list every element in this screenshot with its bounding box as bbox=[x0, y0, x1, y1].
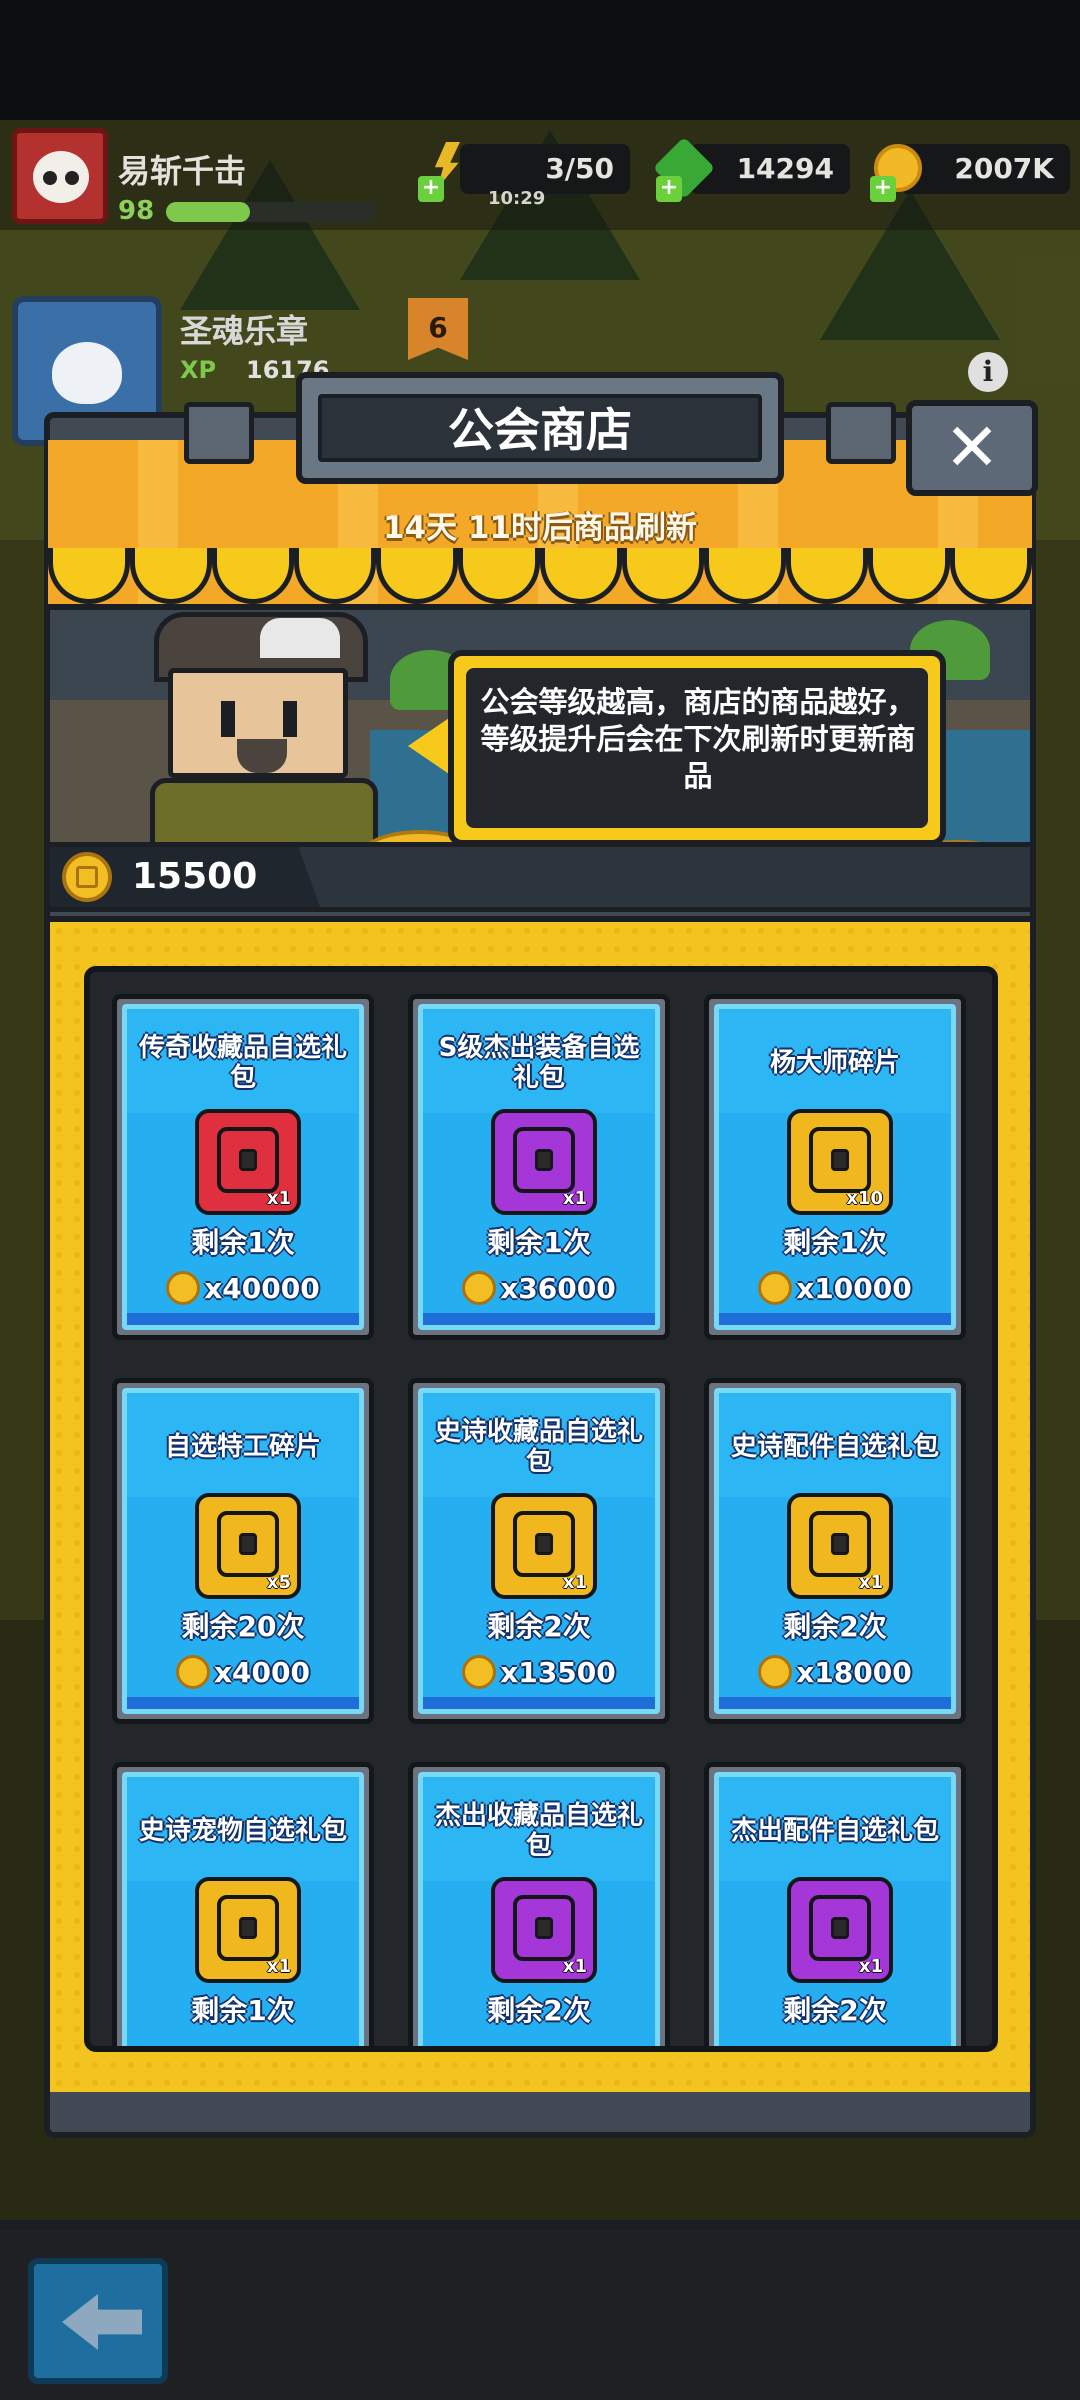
item-quantity: x1 bbox=[858, 1956, 883, 1977]
guild-coin-icon bbox=[62, 852, 112, 902]
item-price: x10000 bbox=[709, 1271, 961, 1305]
item-chest-icon: x1 bbox=[491, 1877, 597, 1983]
shop-item-grid: 传奇收藏品自选礼包 x1 剩余1次 x40000 S级杰出装备自选礼包 x1 剩余1次 x36… bbox=[84, 966, 998, 2052]
item-price-value: x13500 bbox=[500, 1655, 616, 1689]
coin-add-button[interactable]: + bbox=[870, 140, 928, 202]
speech-bubble-tail bbox=[408, 716, 452, 776]
item-chest-icon: x5 bbox=[195, 1493, 301, 1599]
item-title: 史诗收藏品自选礼包 bbox=[434, 1417, 643, 1477]
energy-add-button[interactable]: + bbox=[418, 140, 476, 202]
info-icon[interactable]: i bbox=[968, 352, 1008, 392]
item-chest-icon: x1 bbox=[491, 1493, 597, 1599]
back-arrow-icon bbox=[62, 2294, 142, 2350]
plus-icon: + bbox=[870, 176, 896, 202]
player-avatar[interactable] bbox=[12, 128, 108, 224]
item-price-value: x4000 bbox=[214, 1655, 310, 1689]
shop-item-card[interactable]: 杰出收藏品自选礼包 x1 剩余2次 bbox=[408, 1762, 670, 2046]
guild-coin-icon bbox=[176, 1655, 210, 1689]
item-remaining: 剩余2次 bbox=[487, 1610, 591, 1643]
energy-timer: 10:29 bbox=[488, 188, 546, 209]
item-quantity: x1 bbox=[266, 1956, 291, 1977]
guild-coin-balance: 15500 bbox=[132, 856, 258, 897]
shop-item-card[interactable]: 杨大师碎片 x10 剩余1次 x10000 bbox=[704, 994, 966, 1340]
item-price: x13500 bbox=[413, 1655, 665, 1689]
item-title: 史诗配件自选礼包 bbox=[730, 1432, 939, 1462]
item-remaining: 剩余1次 bbox=[487, 1226, 591, 1259]
item-price: x4000 bbox=[117, 1655, 369, 1689]
shop-item-card[interactable]: 自选特工碎片 x5 剩余20次 x4000 bbox=[112, 1378, 374, 1724]
item-chest-icon: x1 bbox=[195, 1109, 301, 1215]
shop-title: 公会商店 bbox=[448, 403, 632, 457]
item-quantity: x1 bbox=[562, 1572, 587, 1593]
item-chest-icon: x1 bbox=[787, 1493, 893, 1599]
sign-post-left bbox=[184, 402, 254, 464]
gem-counter: 14294 bbox=[690, 144, 850, 194]
shopkeeper-speech: 公会等级越高，商店的商品越好，等级提升后会在下次刷新时更新商品 bbox=[480, 685, 916, 793]
item-title: 杰出收藏品自选礼包 bbox=[434, 1801, 643, 1861]
shop-item-card[interactable]: 史诗宠物自选礼包 x1 剩余1次 bbox=[112, 1762, 374, 2046]
shop-item-card[interactable]: 杰出配件自选礼包 x1 剩余2次 bbox=[704, 1762, 966, 2046]
item-remaining: 剩余1次 bbox=[783, 1226, 887, 1259]
item-title: 自选特工碎片 bbox=[164, 1432, 321, 1462]
guild-coin-icon bbox=[758, 1655, 793, 1689]
item-title: S级杰出装备自选礼包 bbox=[438, 1033, 640, 1093]
guild-coin-icon bbox=[758, 1271, 793, 1305]
item-title: 杰出配件自选礼包 bbox=[730, 1816, 939, 1846]
player-xp-bar bbox=[166, 202, 376, 222]
item-chest-icon: x1 bbox=[195, 1877, 301, 1983]
item-quantity: x10 bbox=[846, 1188, 883, 1209]
shop-item-card[interactable]: 史诗收藏品自选礼包 x1 剩余2次 x13500 bbox=[408, 1378, 670, 1724]
item-remaining: 剩余20次 bbox=[181, 1610, 305, 1643]
item-title: 史诗宠物自选礼包 bbox=[138, 1816, 347, 1846]
item-quantity: x1 bbox=[266, 1188, 291, 1209]
item-chest-icon: x1 bbox=[787, 1877, 893, 1983]
item-title: 传奇收藏品自选礼包 bbox=[138, 1033, 347, 1093]
guild-name: 圣魂乐章 bbox=[180, 312, 309, 350]
gem-add-button[interactable]: + bbox=[652, 136, 716, 202]
item-chest-icon: x10 bbox=[787, 1109, 893, 1215]
item-remaining: 剩余2次 bbox=[783, 1610, 887, 1643]
player-level: 98 bbox=[118, 196, 155, 226]
refresh-countdown: 14天 11时后商品刷新 bbox=[382, 510, 698, 546]
sign-post-right bbox=[826, 402, 896, 464]
close-button[interactable]: ✕ bbox=[906, 400, 1038, 496]
shop-item-card[interactable]: 传奇收藏品自选礼包 x1 剩余1次 x40000 bbox=[112, 994, 374, 1340]
item-price-value: x10000 bbox=[796, 1271, 912, 1305]
cat-emblem-icon bbox=[52, 342, 122, 404]
guild-coin-icon bbox=[166, 1271, 201, 1305]
item-quantity: x1 bbox=[562, 1956, 587, 1977]
plus-icon: + bbox=[418, 176, 444, 202]
close-icon: ✕ bbox=[944, 409, 1000, 486]
shop-item-card[interactable]: 史诗配件自选礼包 x1 剩余2次 x18000 bbox=[704, 1378, 966, 1724]
item-chest-icon: x1 bbox=[491, 1109, 597, 1215]
item-remaining: 剩余1次 bbox=[191, 1994, 295, 2027]
item-remaining: 剩余2次 bbox=[783, 1994, 887, 2027]
item-title: 杨大师碎片 bbox=[769, 1048, 900, 1078]
item-price: x36000 bbox=[413, 1271, 665, 1305]
item-price: x18000 bbox=[709, 1655, 961, 1689]
status-bar-area bbox=[0, 0, 1080, 120]
shop-item-card[interactable]: S级杰出装备自选礼包 x1 剩余1次 x36000 bbox=[408, 994, 670, 1340]
item-quantity: x1 bbox=[858, 1572, 883, 1593]
item-price-value: x36000 bbox=[500, 1271, 616, 1305]
item-price-value: x18000 bbox=[796, 1655, 912, 1689]
guild-coin-icon bbox=[462, 1271, 497, 1305]
awning-scallops bbox=[48, 548, 1032, 608]
item-quantity: x5 bbox=[266, 1572, 291, 1593]
item-price: x40000 bbox=[117, 1271, 369, 1305]
energy-counter: 3/50 bbox=[460, 144, 630, 194]
back-button[interactable] bbox=[28, 2258, 168, 2384]
plus-icon: + bbox=[656, 176, 682, 202]
item-price-value: x40000 bbox=[204, 1271, 320, 1305]
item-remaining: 剩余2次 bbox=[487, 1994, 591, 2027]
player-name: 易斩千击 bbox=[118, 152, 247, 190]
guild-xp-label: XP bbox=[180, 356, 217, 384]
guild-coin-icon bbox=[462, 1655, 497, 1689]
item-remaining: 剩余1次 bbox=[191, 1226, 295, 1259]
item-quantity: x1 bbox=[562, 1188, 587, 1209]
